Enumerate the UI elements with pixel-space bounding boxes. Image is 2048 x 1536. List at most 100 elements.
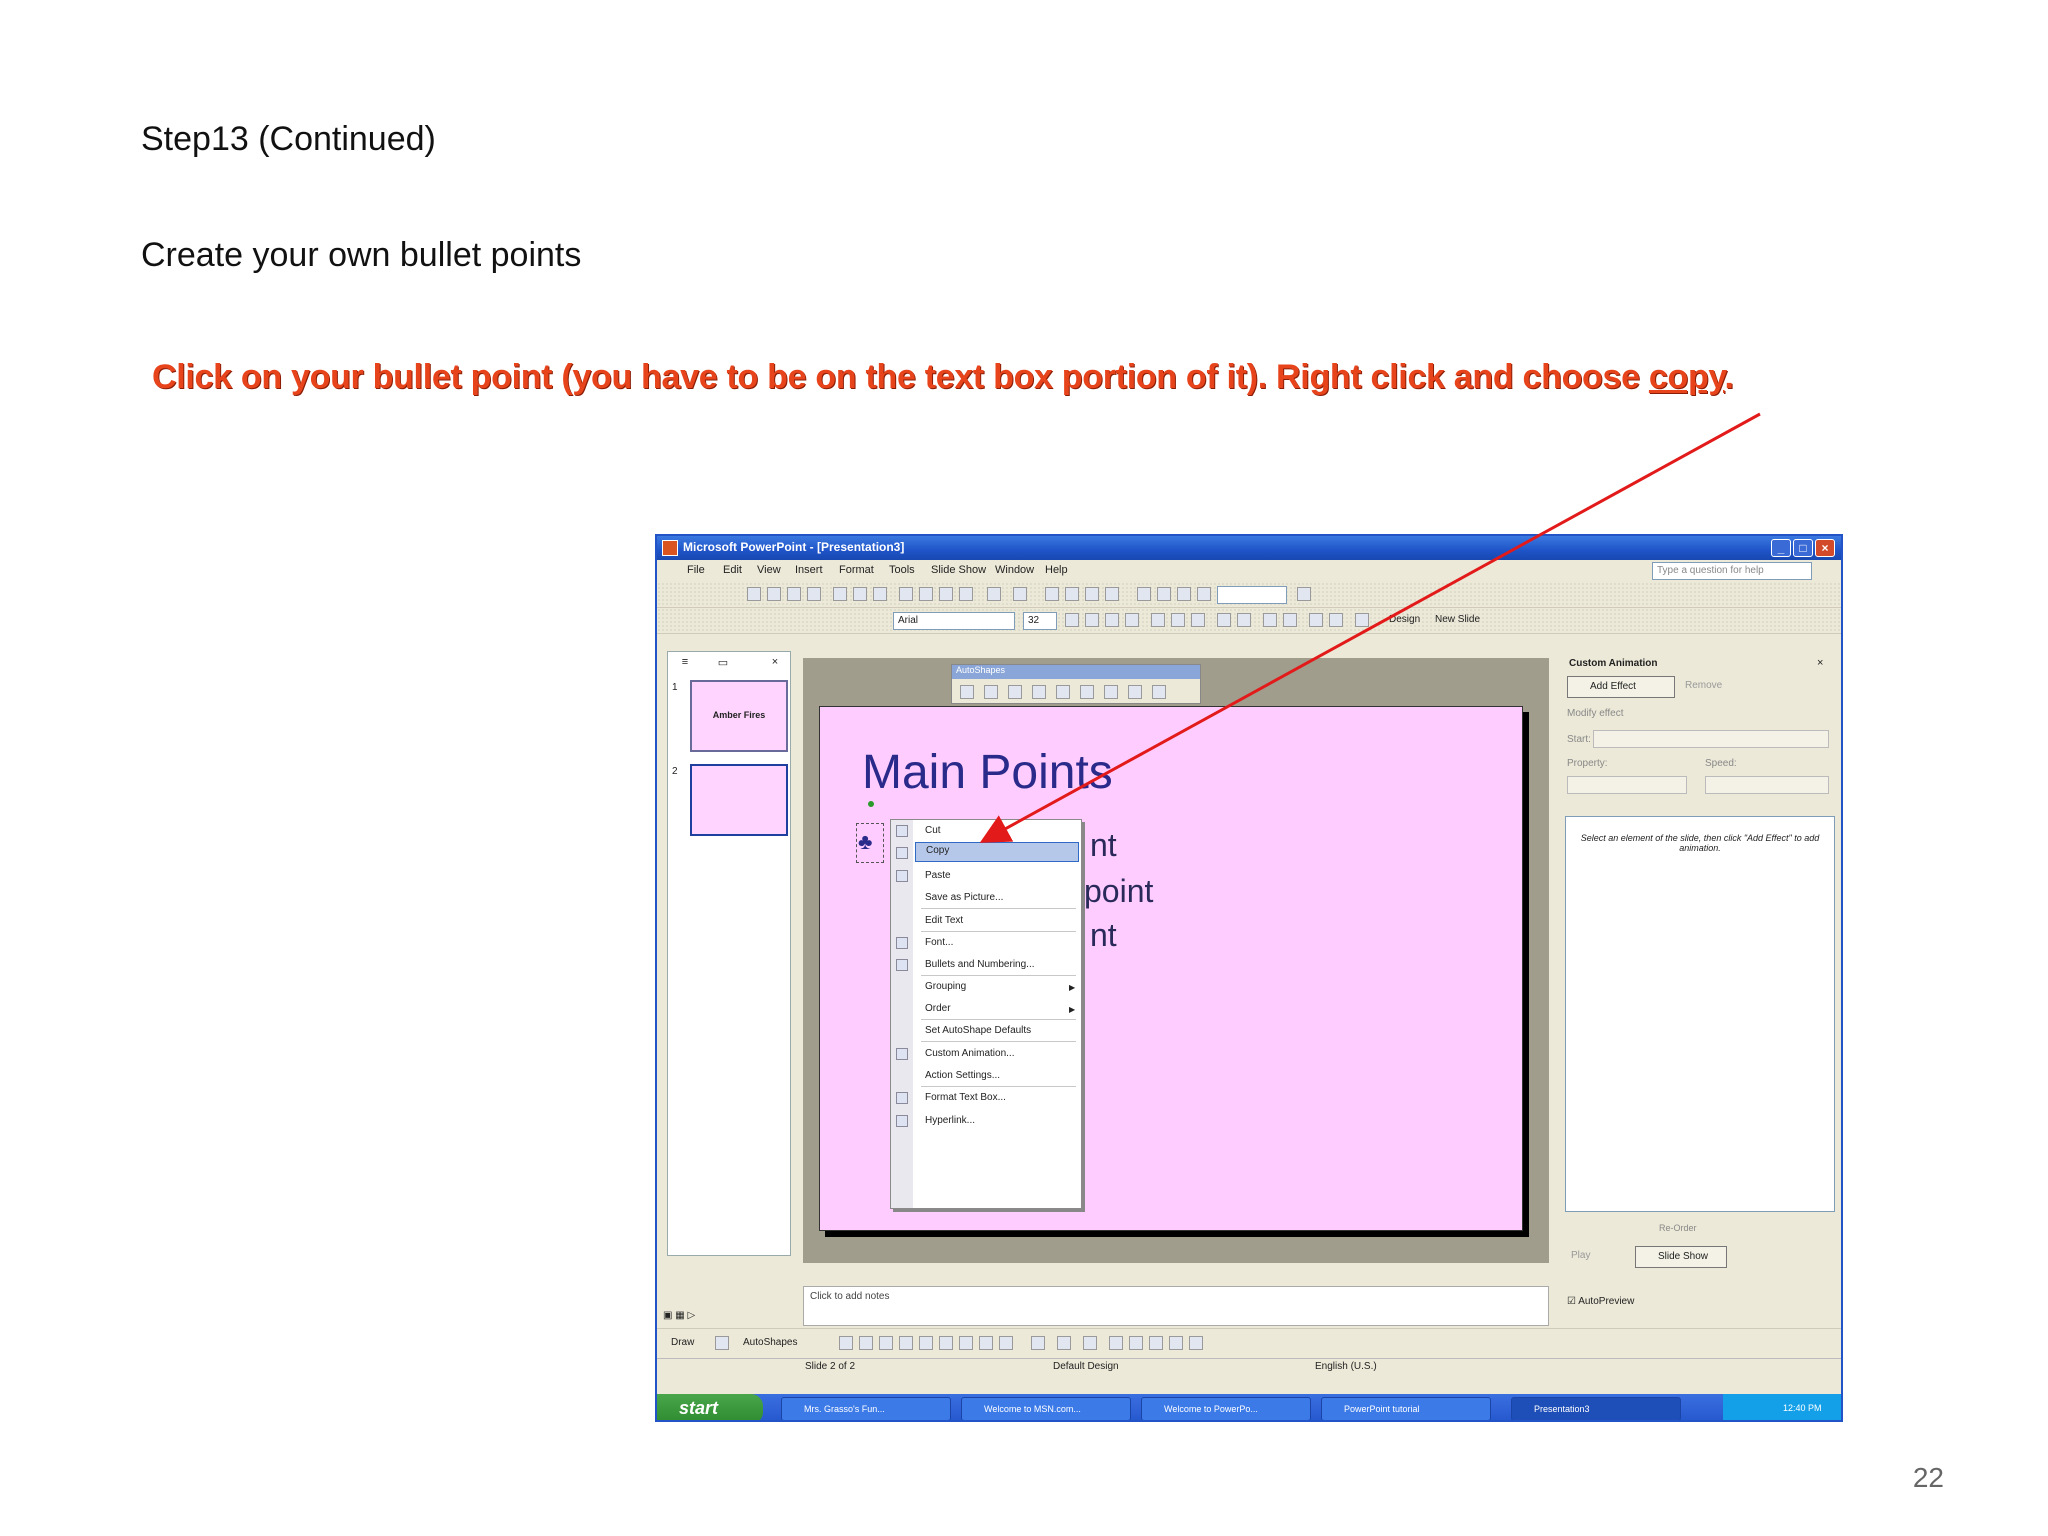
color-grayscale-icon[interactable] bbox=[1197, 587, 1211, 601]
expand-all-icon[interactable] bbox=[1137, 587, 1151, 601]
bullet-text-1[interactable]: nt bbox=[1090, 827, 1117, 864]
insert-table-icon[interactable] bbox=[1065, 587, 1079, 601]
menu-item-action-settings[interactable]: Action Settings... bbox=[925, 1070, 1000, 1081]
menu-item-bullets-numbering[interactable]: Bullets and Numbering... bbox=[925, 959, 1035, 970]
start-button[interactable]: start bbox=[657, 1394, 763, 1420]
insert-chart-icon[interactable] bbox=[1045, 587, 1059, 601]
menu-help[interactable]: Help bbox=[1045, 564, 1068, 576]
menu-insert[interactable]: Insert bbox=[795, 564, 823, 576]
slide-thumbnail-2[interactable] bbox=[690, 764, 788, 836]
menu-item-font[interactable]: Font... bbox=[925, 937, 953, 948]
print-icon[interactable] bbox=[833, 587, 847, 601]
club-bullet-icon[interactable]: ♣ bbox=[858, 829, 872, 855]
taskbar-item-5[interactable]: Presentation3 bbox=[1511, 1397, 1681, 1420]
task-pane-close-icon[interactable]: × bbox=[1817, 657, 1823, 669]
fill-color-icon[interactable] bbox=[1031, 1336, 1045, 1350]
tables-borders-icon[interactable] bbox=[1085, 587, 1099, 601]
design-button[interactable]: Design bbox=[1389, 614, 1420, 625]
property-select[interactable] bbox=[1567, 776, 1687, 794]
cut-icon[interactable] bbox=[899, 587, 913, 601]
draw-menu[interactable]: Draw bbox=[671, 1337, 694, 1348]
picture-icon[interactable] bbox=[999, 1336, 1013, 1350]
diagram-icon[interactable] bbox=[959, 1336, 973, 1350]
action-buttons-icon[interactable] bbox=[1128, 685, 1142, 699]
shadow-icon[interactable] bbox=[1125, 613, 1139, 627]
taskbar-item-3[interactable]: Welcome to PowerPo... bbox=[1141, 1397, 1311, 1420]
bold-icon[interactable] bbox=[1065, 613, 1079, 627]
autopreview-checkbox[interactable]: ☑ AutoPreview bbox=[1567, 1296, 1634, 1307]
menu-edit[interactable]: Edit bbox=[723, 564, 742, 576]
arrow-style-icon[interactable] bbox=[1149, 1336, 1163, 1350]
new-icon[interactable] bbox=[747, 587, 761, 601]
copy-icon[interactable] bbox=[919, 587, 933, 601]
save-icon[interactable] bbox=[787, 587, 801, 601]
rectangle-icon[interactable] bbox=[879, 1336, 893, 1350]
menu-file[interactable]: File bbox=[687, 564, 705, 576]
center-icon[interactable] bbox=[1171, 613, 1185, 627]
arrow-tool-icon[interactable] bbox=[859, 1336, 873, 1350]
close-button[interactable]: × bbox=[1815, 539, 1835, 557]
connectors-icon[interactable] bbox=[984, 685, 998, 699]
bullets-icon[interactable] bbox=[1237, 613, 1251, 627]
notes-pane[interactable]: Click to add notes bbox=[803, 1286, 1549, 1326]
oval-icon[interactable] bbox=[899, 1336, 913, 1350]
numbering-icon[interactable] bbox=[1217, 613, 1231, 627]
select-objects-icon[interactable] bbox=[715, 1336, 729, 1350]
paste-icon[interactable] bbox=[939, 587, 953, 601]
zoom-select[interactable] bbox=[1217, 586, 1287, 604]
3d-style-icon[interactable] bbox=[1189, 1336, 1203, 1350]
speed-select[interactable] bbox=[1705, 776, 1829, 794]
font-color-icon[interactable] bbox=[1083, 1336, 1097, 1350]
minimize-button[interactable]: _ bbox=[1771, 539, 1791, 557]
wordart-icon[interactable] bbox=[939, 1336, 953, 1350]
italic-icon[interactable] bbox=[1085, 613, 1099, 627]
show-formatting-icon[interactable] bbox=[1157, 587, 1171, 601]
permission-icon[interactable] bbox=[807, 587, 821, 601]
taskbar-item-4[interactable]: PowerPoint tutorial bbox=[1321, 1397, 1491, 1420]
undo-icon[interactable] bbox=[987, 587, 1001, 601]
underline-icon[interactable] bbox=[1105, 613, 1119, 627]
rotation-handle[interactable] bbox=[868, 801, 874, 807]
show-grid-icon[interactable] bbox=[1177, 587, 1191, 601]
print-preview-icon[interactable] bbox=[853, 587, 867, 601]
maximize-button[interactable]: □ bbox=[1793, 539, 1813, 557]
text-box-icon[interactable] bbox=[919, 1336, 933, 1350]
decrease-font-icon[interactable] bbox=[1283, 613, 1297, 627]
slide-show-button[interactable]: Slide Show bbox=[1635, 1246, 1727, 1268]
insert-hyperlink-icon[interactable] bbox=[1105, 587, 1119, 601]
line-style-icon[interactable] bbox=[1109, 1336, 1123, 1350]
pane-close-icon[interactable]: × bbox=[764, 656, 786, 672]
more-autoshapes-icon[interactable] bbox=[1152, 685, 1166, 699]
menu-item-grouping[interactable]: Grouping bbox=[925, 981, 966, 992]
remove-button[interactable]: Remove bbox=[1685, 680, 1722, 691]
dash-style-icon[interactable] bbox=[1129, 1336, 1143, 1350]
slides-tab[interactable]: ▭ bbox=[712, 656, 734, 672]
view-buttons[interactable]: ▣ ▦ ▷ bbox=[663, 1310, 695, 1321]
block-arrows-icon[interactable] bbox=[1032, 685, 1046, 699]
play-button[interactable]: Play bbox=[1571, 1250, 1590, 1261]
menu-item-set-autoshape-defaults[interactable]: Set AutoShape Defaults bbox=[925, 1025, 1031, 1036]
decrease-indent-icon[interactable] bbox=[1309, 613, 1323, 627]
font-size-select[interactable]: 32 bbox=[1023, 612, 1057, 630]
align-left-icon[interactable] bbox=[1151, 613, 1165, 627]
flowchart-icon[interactable] bbox=[1056, 685, 1070, 699]
redo-icon[interactable] bbox=[1013, 587, 1027, 601]
menu-window[interactable]: Window bbox=[995, 564, 1034, 576]
align-right-icon[interactable] bbox=[1191, 613, 1205, 627]
spelling-icon[interactable] bbox=[873, 587, 887, 601]
start-select[interactable] bbox=[1593, 730, 1829, 748]
menu-item-paste[interactable]: Paste bbox=[925, 870, 951, 881]
slide-title[interactable]: Main Points bbox=[862, 745, 1113, 800]
help-search-input[interactable]: Type a question for help bbox=[1652, 562, 1812, 580]
font-color-icon[interactable] bbox=[1355, 613, 1369, 627]
open-icon[interactable] bbox=[767, 587, 781, 601]
animation-list[interactable]: Select an element of the slide, then cli… bbox=[1565, 816, 1835, 1212]
format-painter-icon[interactable] bbox=[959, 587, 973, 601]
menu-tools[interactable]: Tools bbox=[889, 564, 915, 576]
slide-thumbnail-1[interactable]: Amber Fires bbox=[690, 680, 788, 752]
new-slide-button[interactable]: New Slide bbox=[1435, 614, 1480, 625]
autoshapes-menu[interactable]: AutoShapes bbox=[743, 1337, 798, 1348]
callouts-icon[interactable] bbox=[1104, 685, 1118, 699]
menu-item-cut[interactable]: Cut bbox=[925, 825, 941, 836]
taskbar-item-1[interactable]: Mrs. Grasso's Fun... bbox=[781, 1397, 951, 1420]
